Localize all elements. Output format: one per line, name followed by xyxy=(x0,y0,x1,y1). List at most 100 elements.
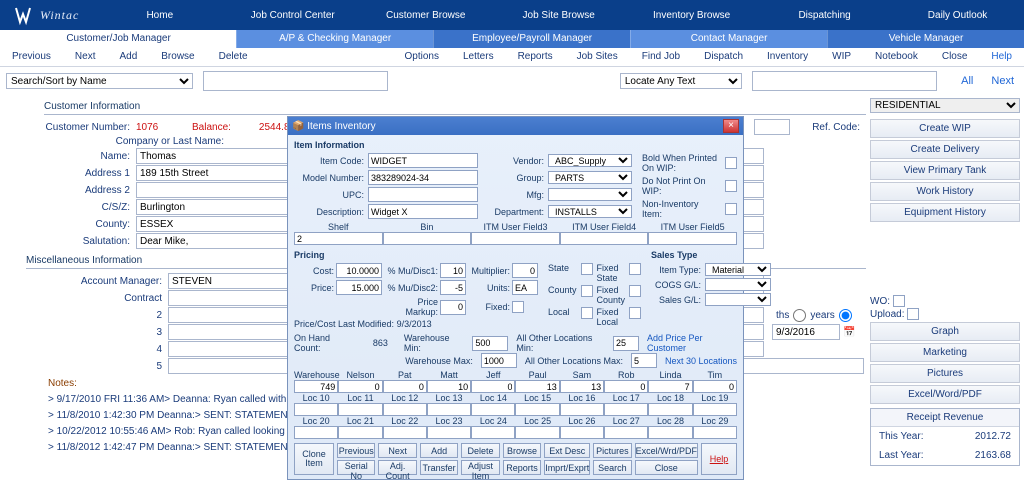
btn-extdesc[interactable]: Ext Desc xyxy=(544,443,590,458)
btn-adjustitem[interactable]: Adjust Item xyxy=(461,460,499,475)
loc-input[interactable] xyxy=(515,426,559,439)
btn-view-primary-tank[interactable]: View Primary Tank xyxy=(870,161,1020,180)
cost-input[interactable] xyxy=(336,263,382,278)
aomin-input[interactable] xyxy=(613,336,639,351)
btn-dbrowse[interactable]: Browse xyxy=(503,443,541,458)
add-price-link[interactable]: Add Price Per Customer xyxy=(647,333,737,353)
mu2-input[interactable] xyxy=(440,280,466,295)
loc-input[interactable] xyxy=(560,426,604,439)
btn-dnext[interactable]: Next xyxy=(378,443,416,458)
btn-equipment-history[interactable]: Equipment History xyxy=(870,203,1020,222)
btn-adjcount[interactable]: Adj. Count xyxy=(378,460,416,475)
flocal-checkbox[interactable] xyxy=(629,307,641,319)
period-ths-radio[interactable] xyxy=(793,309,806,322)
btn-previous[interactable]: Previous xyxy=(337,443,375,458)
btn-serialno[interactable]: Serial No xyxy=(337,460,375,475)
wo-checkbox[interactable] xyxy=(893,295,905,307)
menu-job-site-browse[interactable]: Job Site Browse xyxy=(492,2,625,29)
loc-input[interactable] xyxy=(338,426,382,439)
period-years-radio[interactable] xyxy=(839,309,852,322)
loc-input[interactable] xyxy=(693,426,737,439)
tab-ap-checking[interactable]: A/P & Checking Manager xyxy=(236,30,433,48)
btn-dreports[interactable]: Reports xyxy=(503,460,541,475)
btn-excel-word-pdf[interactable]: Excel/Word/PDF xyxy=(870,385,1020,404)
menu-dispatching[interactable]: Dispatching xyxy=(758,2,891,29)
btn-pictures[interactable]: Pictures xyxy=(870,364,1020,383)
loc-input[interactable] xyxy=(427,426,471,439)
btn-marketing[interactable]: Marketing xyxy=(870,343,1020,362)
tb-findjob[interactable]: Find Job xyxy=(630,48,692,66)
cogs-select[interactable] xyxy=(705,278,771,291)
units-input[interactable] xyxy=(512,280,538,295)
btn-dadd[interactable]: Add xyxy=(420,443,458,458)
refcode-select[interactable]: RESIDENTIAL xyxy=(870,98,1020,113)
btn-dclose[interactable]: Close xyxy=(635,460,698,475)
loc-input[interactable] xyxy=(648,426,692,439)
noprint-checkbox[interactable] xyxy=(725,180,737,192)
btn-create-wip[interactable]: Create WIP xyxy=(870,119,1020,138)
loc-input[interactable] xyxy=(604,426,648,439)
btn-work-history[interactable]: Work History xyxy=(870,182,1020,201)
loc-input[interactable] xyxy=(294,380,338,393)
menu-customer-browse[interactable]: Customer Browse xyxy=(359,2,492,29)
loc-input[interactable] xyxy=(648,380,692,393)
loc-input[interactable] xyxy=(427,380,471,393)
close-icon[interactable]: × xyxy=(723,119,739,133)
menu-inventory-browse[interactable]: Inventory Browse xyxy=(625,2,758,29)
county-checkbox[interactable] xyxy=(581,285,593,297)
tb-dispatch[interactable]: Dispatch xyxy=(692,48,755,66)
btn-dpictures[interactable]: Pictures xyxy=(593,443,631,458)
loc-input[interactable] xyxy=(471,380,515,393)
filter-next[interactable]: Next xyxy=(987,75,1018,87)
mu1-input[interactable] xyxy=(440,263,466,278)
loc-input[interactable] xyxy=(693,380,737,393)
bin-input[interactable] xyxy=(383,232,472,245)
tb-wip[interactable]: WIP xyxy=(820,48,863,66)
tab-contact[interactable]: Contact Manager xyxy=(630,30,827,48)
tab-vehicle[interactable]: Vehicle Manager xyxy=(827,30,1024,48)
loc-input[interactable] xyxy=(604,403,648,416)
dialog-titlebar[interactable]: 📦 Items Inventory × xyxy=(288,117,743,135)
desc-input[interactable] xyxy=(368,204,478,219)
tb-reports[interactable]: Reports xyxy=(506,48,565,66)
sort-by-select[interactable]: Search/Sort by Name xyxy=(6,73,193,89)
loc-input[interactable] xyxy=(693,403,737,416)
loc-input[interactable] xyxy=(471,426,515,439)
tb-help[interactable]: Help xyxy=(979,48,1024,66)
uf4-input[interactable] xyxy=(560,232,649,245)
stream-input[interactable] xyxy=(754,119,790,135)
menu-job-control[interactable]: Job Control Center xyxy=(226,2,359,29)
tb-delete[interactable]: Delete xyxy=(207,48,260,66)
mult-input[interactable] xyxy=(512,263,538,278)
shelf-input[interactable] xyxy=(294,232,383,245)
loc-input[interactable] xyxy=(427,403,471,416)
fstate-checkbox[interactable] xyxy=(629,263,641,275)
aomax-input[interactable] xyxy=(631,353,657,368)
btn-transfer[interactable]: Transfer xyxy=(420,460,458,475)
price-input[interactable] xyxy=(336,280,382,295)
btn-clone-item[interactable]: Clone Item xyxy=(294,443,334,475)
markup-input[interactable] xyxy=(440,300,466,315)
loc-input[interactable] xyxy=(383,426,427,439)
itemtype-select[interactable]: Material xyxy=(705,263,771,276)
btn-dhelp[interactable]: Help xyxy=(701,443,737,475)
loc-input[interactable] xyxy=(294,403,338,416)
btn-excelwrdpdf[interactable]: Excel/Wrd/PDF xyxy=(635,443,698,458)
locate-select[interactable]: Locate Any Text xyxy=(620,73,742,89)
tb-inventory[interactable]: Inventory xyxy=(755,48,820,66)
tb-jobsites[interactable]: Job Sites xyxy=(565,48,630,66)
uf3-input[interactable] xyxy=(471,232,560,245)
fcounty-checkbox[interactable] xyxy=(629,285,641,297)
bold-checkbox[interactable] xyxy=(725,157,737,169)
next30-link[interactable]: Next 30 Locations xyxy=(665,356,737,366)
menu-home[interactable]: Home xyxy=(93,2,226,29)
model-input[interactable] xyxy=(368,170,478,185)
btn-import-export[interactable]: Imprt/Exprt xyxy=(544,460,590,475)
loc-input[interactable] xyxy=(338,403,382,416)
filter-all[interactable]: All xyxy=(957,75,977,87)
loc-input[interactable] xyxy=(648,403,692,416)
tb-previous[interactable]: Previous xyxy=(0,48,63,66)
tb-close[interactable]: Close xyxy=(930,48,980,66)
loc-input[interactable] xyxy=(383,403,427,416)
loc-input[interactable] xyxy=(515,403,559,416)
